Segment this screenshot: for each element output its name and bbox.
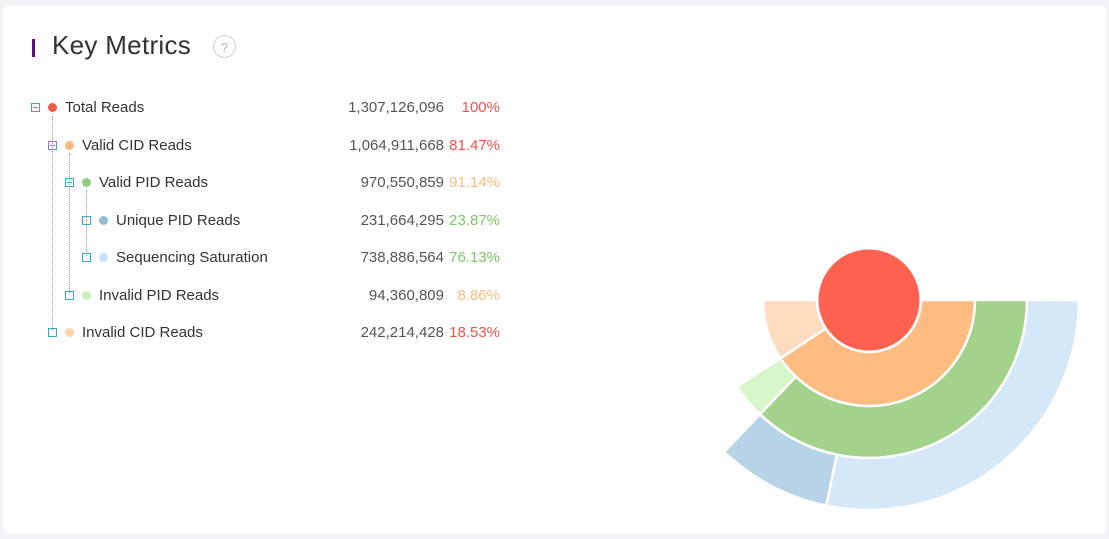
- sunburst-chart: [722, 246, 1081, 512]
